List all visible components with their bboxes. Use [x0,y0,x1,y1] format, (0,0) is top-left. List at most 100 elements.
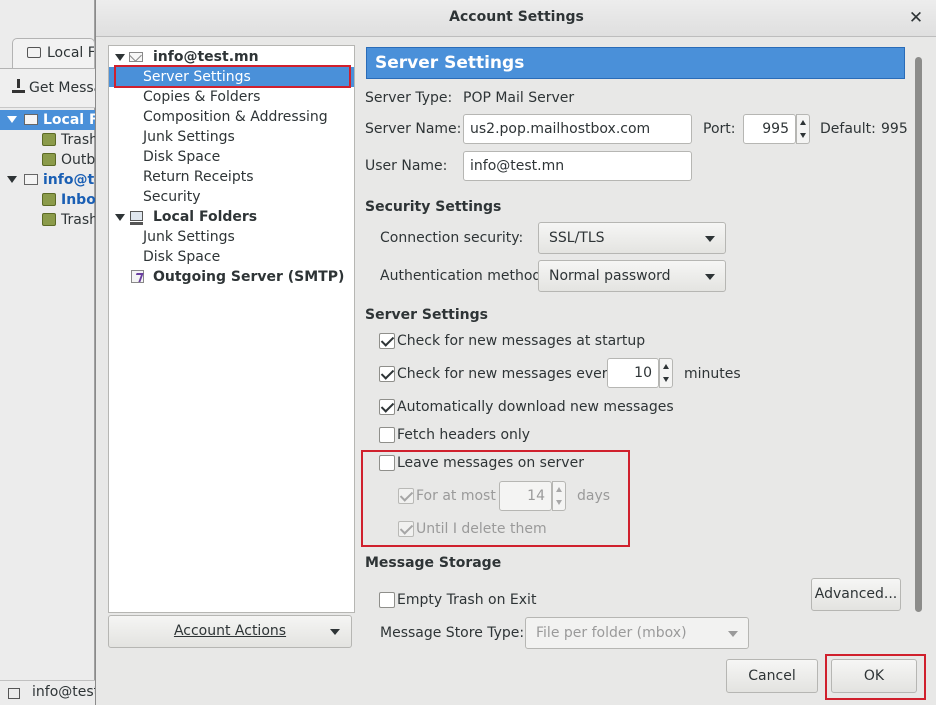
tab-local-folders[interactable]: Local F [12,38,95,68]
folder-label: info@te [43,172,95,188]
security-section-title: Security Settings [365,199,502,215]
tree-item-composition-addressing[interactable]: Composition & Addressing [109,107,354,127]
folder-trash[interactable]: Trash [0,130,95,150]
advanced-button[interactable]: Advanced... [811,578,901,611]
close-icon[interactable]: ✕ [907,7,925,29]
store-type-select[interactable]: File per folder (mbox) [525,617,749,649]
expander-icon [7,116,17,123]
chevron-down-icon [728,631,738,637]
tree-item-return-receipts[interactable]: Return Receipts [109,167,354,187]
fetch-headers-label[interactable]: Fetch headers only [397,427,530,443]
check-interval-stepper[interactable] [659,358,673,388]
default-port-label: Default: [820,121,876,137]
auth-method-label: Authentication method: [380,268,547,284]
days-field[interactable]: 14 [499,481,552,511]
trash-icon [42,213,56,226]
chevron-down-icon [705,236,715,242]
scrollbar[interactable] [913,45,924,657]
tree-item-disk-space[interactable]: Disk Space [109,247,354,267]
tree-item-label: Disk Space [143,149,221,165]
get-messages-button[interactable]: Get Messa [0,68,95,108]
smtp-icon [131,270,144,283]
dialog-titlebar[interactable]: Account Settings ✕ [96,0,936,37]
check-every-label[interactable]: Check for new messages every [397,366,616,382]
trash-icon [42,133,56,146]
arrow-up-icon [556,487,562,492]
get-messages-label: Get Messa [29,80,95,96]
tree-item-label: Outgoing Server (SMTP) [153,269,345,285]
mail-account-icon [129,52,143,62]
scrollbar-thumb[interactable] [915,57,922,612]
days-stepper[interactable] [552,481,566,511]
tree-account-info[interactable]: info@test.mn [109,47,354,67]
auto-download-checkbox[interactable] [379,399,395,415]
tree-item-security[interactable]: Security [109,187,354,207]
account-settings-dialog: Account Settings ✕ info@test.mn Server S… [95,0,936,705]
account-tree: info@test.mn Server Settings Copies & Fo… [108,45,355,613]
folder-inbox[interactable]: Inbox [0,190,95,210]
tree-item-label: Disk Space [143,249,221,265]
check-interval-field[interactable]: 10 [607,358,659,388]
arrow-down-icon [663,377,669,382]
tree-item-label: info@test.mn [153,49,259,65]
tree-item-label: Junk Settings [143,129,235,145]
user-name-field[interactable]: info@test.mn [463,151,692,181]
folder-label: Local Fo [43,112,95,128]
connection-security-label: Connection security: [380,230,524,246]
tree-item-copies-folders[interactable]: Copies & Folders [109,87,354,107]
check-startup-label[interactable]: Check for new messages at startup [397,333,645,349]
fetch-headers-checkbox[interactable] [379,427,395,443]
expander-icon [115,54,125,61]
auth-method-select[interactable]: Normal password [538,260,726,292]
connection-security-select[interactable]: SSL/TLS [538,222,726,254]
leave-on-server-label[interactable]: Leave messages on server [397,455,584,471]
tree-item-outgoing-server[interactable]: Outgoing Server (SMTP) [109,267,354,287]
auto-download-label[interactable]: Automatically download new messages [397,399,674,415]
for-at-most-checkbox[interactable] [398,488,414,504]
monitor-icon [27,47,41,58]
server-options-section-title: Server Settings [365,307,488,323]
days-label: days [577,488,611,504]
folder-local-folders[interactable]: Local Fo [0,110,95,130]
tree-item-label: Local Folders [153,209,258,225]
tree-item-junk-settings[interactable]: Junk Settings [109,127,354,147]
dialog-title: Account Settings [449,9,584,25]
tree-account-local-folders[interactable]: Local Folders [109,207,354,227]
tree-item-label: Composition & Addressing [143,109,328,125]
folder-label: Trash [61,212,95,228]
check-startup-checkbox[interactable] [379,333,395,349]
tree-item-disk-space[interactable]: Disk Space [109,147,354,167]
tree-item-server-settings[interactable]: Server Settings [109,67,354,87]
account-actions-button[interactable]: Account Actions [108,615,352,648]
folder-trash[interactable]: Trash [0,210,95,230]
chevron-down-icon [705,274,715,280]
until-delete-checkbox[interactable] [398,521,414,537]
status-bar: info@test [0,680,95,705]
port-stepper[interactable] [796,114,810,144]
tree-item-label: Junk Settings [143,229,235,245]
mail-account-icon [24,174,38,185]
arrow-down-icon [800,133,806,138]
connection-security-value: SSL/TLS [549,230,605,246]
arrow-up-icon [800,120,806,125]
until-delete-label: Until I delete them [416,521,547,537]
computer-icon [130,211,143,225]
expander-icon [7,176,17,183]
tab-label: Local F [47,45,95,61]
port-field[interactable]: 995 [743,114,796,144]
folder-outbox[interactable]: Outb [0,150,95,170]
empty-trash-label[interactable]: Empty Trash on Exit [397,592,536,608]
cancel-button[interactable]: Cancel [726,659,818,693]
background-thunderbird-window: Local F Get Messa Local Fo Trash Outb in… [0,0,95,705]
ok-button[interactable]: OK [831,659,917,693]
server-name-field[interactable]: us2.pop.mailhostbox.com [463,114,692,144]
check-every-checkbox[interactable] [379,366,395,382]
tree-item-junk-settings[interactable]: Junk Settings [109,227,354,247]
server-type-value: POP Mail Server [463,90,575,106]
auth-method-value: Normal password [549,268,671,284]
computer-icon [24,114,38,125]
leave-on-server-checkbox[interactable] [379,455,395,471]
empty-trash-checkbox[interactable] [379,592,395,608]
folder-label: Inbox [61,192,95,208]
folder-account-info[interactable]: info@te [0,170,95,190]
